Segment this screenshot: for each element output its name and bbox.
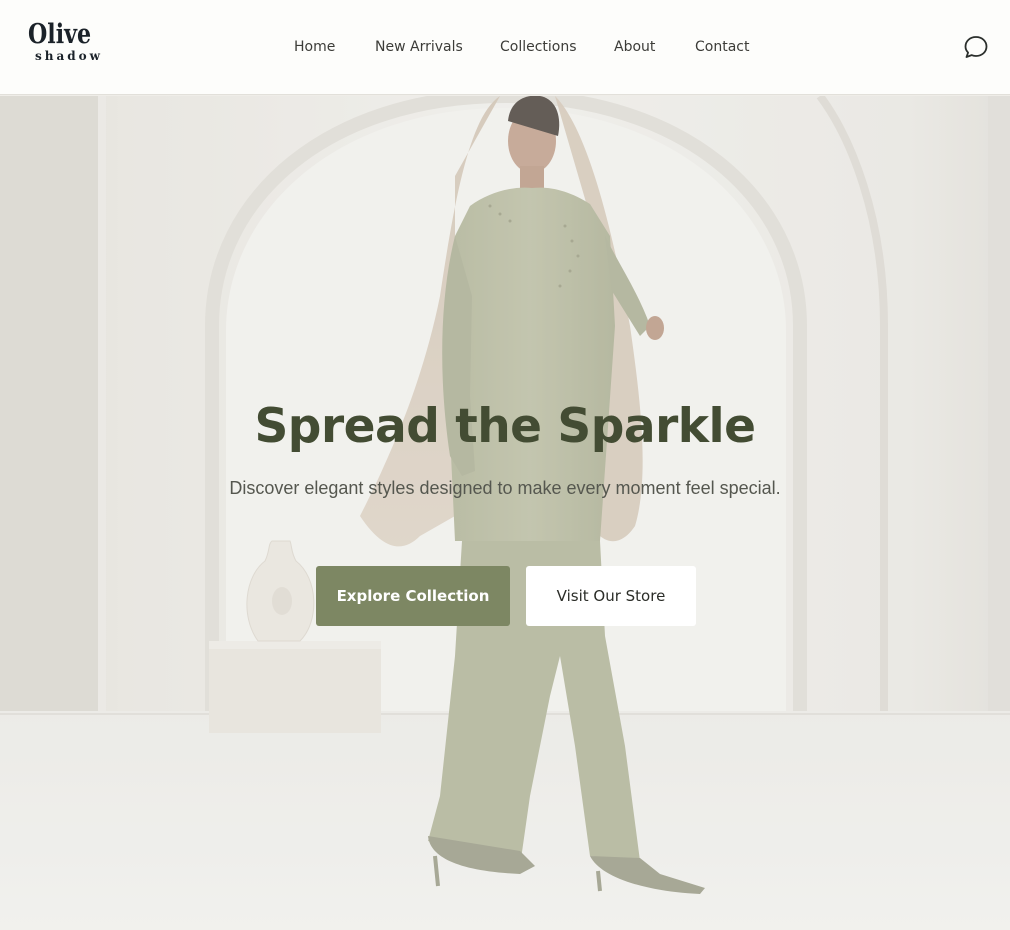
nav-new-arrivals[interactable]: New Arrivals: [375, 37, 463, 57]
logo-wordmark-top: Olive: [28, 19, 92, 50]
nav-about[interactable]: About: [614, 37, 655, 57]
hero-section: Spread the Sparkle Discover elegant styl…: [0, 96, 1010, 930]
nav-contact[interactable]: Contact: [695, 37, 749, 57]
chat-bubble-icon[interactable]: [963, 34, 989, 60]
logo-wordmark-bottom: shadow: [35, 49, 103, 63]
hero-subtitle: Discover elegant styles designed to make…: [229, 478, 781, 498]
hero-title: Spread the Sparkle: [254, 399, 756, 454]
site-header: Olive shadow Home New Arrivals Collectio…: [0, 0, 1010, 95]
hero-image: [0, 96, 1010, 930]
brand-logo[interactable]: Olive shadow: [28, 20, 100, 72]
explore-collection-button[interactable]: Explore Collection: [316, 566, 510, 626]
nav-home[interactable]: Home: [294, 37, 335, 57]
nav-collections[interactable]: Collections: [500, 37, 577, 57]
visit-store-button[interactable]: Visit Our Store: [526, 566, 696, 626]
